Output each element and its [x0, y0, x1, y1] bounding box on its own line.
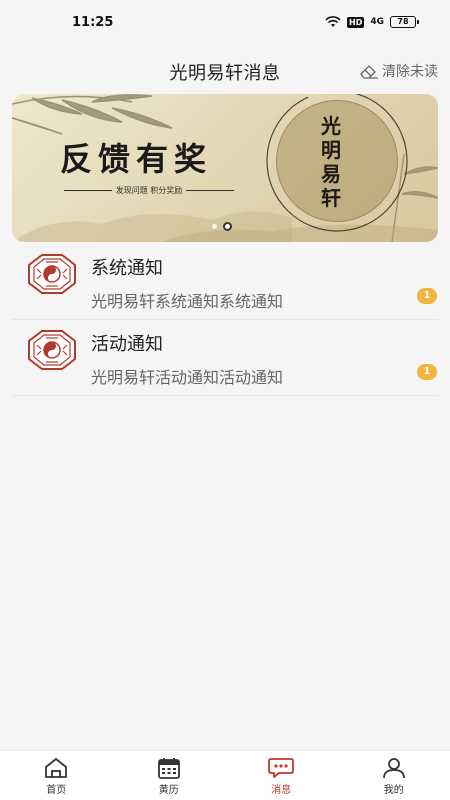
page-dot-active[interactable]: [223, 222, 232, 231]
status-icons: HD 4G 78: [325, 16, 419, 28]
message-preview: 光明易轩系统通知系统通知: [91, 292, 284, 311]
nav-messages-label: 消息: [271, 785, 292, 796]
battery-level: 78: [397, 17, 409, 26]
calendar-icon: [157, 758, 180, 779]
page-header: 光明易轩消息 清除未读: [0, 52, 450, 92]
bottom-nav: 首页 黄历 消息 我的: [0, 750, 450, 800]
banner-subtitle: 发现问题 积分奖励: [115, 186, 183, 195]
user-icon: [382, 758, 405, 779]
nav-home[interactable]: 首页: [26, 751, 86, 800]
nav-calendar-label: 黄历: [158, 785, 179, 796]
banner-title: 反馈有奖: [60, 140, 213, 178]
wifi-icon: [325, 16, 341, 27]
unread-badge: 1: [417, 288, 437, 304]
promo-banner[interactable]: 光明易轩 反馈有奖 发现问题 积分奖励: [12, 94, 438, 242]
message-title: 活动通知: [91, 334, 163, 355]
banner-pagination: [212, 222, 232, 231]
unread-badge: 1: [417, 364, 437, 380]
banner-subtitle-row: 发现问题 积分奖励: [64, 185, 235, 196]
nav-home-label: 首页: [46, 785, 67, 796]
status-time: 11:25: [72, 14, 114, 30]
clear-unread-label: 清除未读: [382, 64, 438, 80]
hd-icon: HD: [347, 16, 365, 28]
eraser-icon: [360, 65, 378, 79]
message-preview: 光明易轩活动通知活动通知: [91, 368, 284, 387]
status-bar: 11:25 HD 4G 78: [0, 0, 450, 44]
message-item-activity[interactable]: 活动通知 光明易轩活动通知活动通知 1: [12, 320, 438, 396]
nav-profile-label: 我的: [383, 785, 404, 796]
nav-messages[interactable]: 消息: [251, 751, 311, 800]
divider: [64, 190, 112, 191]
message-title: 系统通知: [91, 258, 163, 279]
signal-icon: 4G: [370, 17, 384, 27]
bagua-icon: [28, 330, 76, 370]
battery-icon: 78: [390, 16, 419, 28]
message-list: 系统通知 光明易轩系统通知系统通知 1 活动通知 光明易轩活动通知活动通知 1: [0, 244, 450, 396]
bagua-icon: [28, 254, 76, 294]
message-item-system[interactable]: 系统通知 光明易轩系统通知系统通知 1: [12, 244, 438, 320]
banner-seal-text: 光明易轩: [321, 114, 341, 210]
nav-profile[interactable]: 我的: [364, 751, 424, 800]
divider: [186, 190, 235, 191]
nav-calendar[interactable]: 黄历: [139, 751, 199, 800]
clear-unread-button[interactable]: 清除未读: [359, 61, 438, 81]
page-title: 光明易轩消息: [169, 63, 281, 84]
home-icon: [45, 758, 68, 778]
page-dot[interactable]: [212, 224, 217, 229]
message-icon: [268, 758, 295, 778]
